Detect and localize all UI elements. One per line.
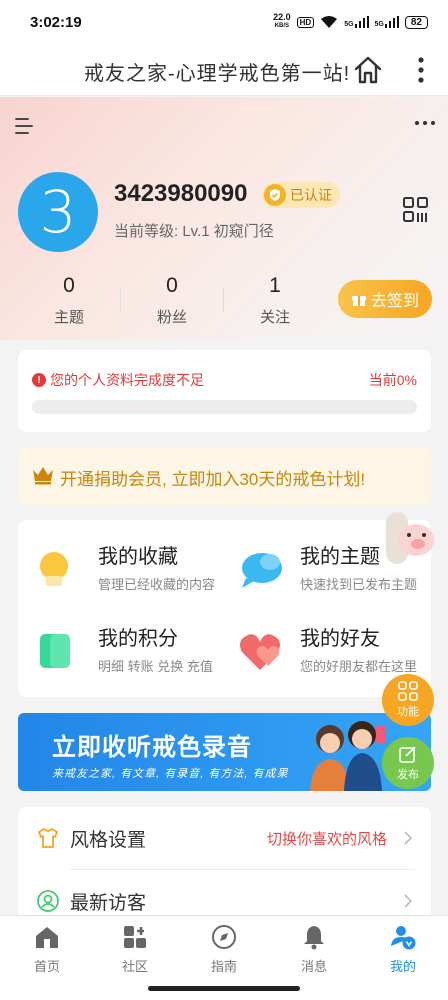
home-icon[interactable]	[352, 54, 384, 86]
crown-icon	[33, 467, 53, 485]
page-title: 戒友之家-心理学戒色第一站!	[84, 63, 351, 85]
network-speed: 22.0 KB/S	[273, 12, 291, 30]
completion-progress-bar	[32, 400, 417, 414]
verified-badge: 已认证	[262, 182, 340, 208]
home-indicator	[148, 986, 300, 991]
community-icon	[124, 926, 146, 948]
banner-title: 立即收听戒色录音	[52, 734, 252, 761]
stat-fans[interactable]: 0 粉丝	[137, 274, 207, 327]
divider	[223, 288, 224, 312]
stat-topics[interactable]: 0 主题	[34, 274, 104, 327]
avatar[interactable]: 3	[18, 172, 98, 252]
grid-item-points[interactable]: 我的积分 明细 转账 兑换 充值	[36, 622, 236, 682]
home-tab-icon	[36, 927, 58, 948]
tab-home[interactable]: 首页	[12, 924, 82, 975]
wifi-icon	[321, 16, 338, 28]
tab-me[interactable]: 我的	[368, 924, 438, 975]
completion-percent: 当前0%	[368, 372, 417, 388]
grid-item-favorites[interactable]: 我的收藏 管理已经收藏的内容	[36, 540, 236, 600]
more-vert-icon[interactable]	[410, 54, 432, 86]
shield-check-icon	[264, 184, 286, 206]
status-icons: 22.0 KB/S HD 5G 5G 82	[273, 13, 428, 31]
edit-icon	[399, 746, 416, 763]
couple-illustration	[310, 721, 386, 791]
completion-warning: ! 您的个人资料完成度不足	[32, 370, 204, 390]
shirt-icon	[38, 828, 58, 848]
status-bar: 3:02:19 22.0 KB/S HD 5G 5G 82	[0, 0, 448, 44]
points-icon	[40, 634, 70, 668]
pig-mascot-icon[interactable]	[386, 512, 436, 564]
qr-code-icon[interactable]	[402, 196, 430, 224]
vip-banner[interactable]: 开通捐助会员, 立即加入30天的戒色计划!	[18, 447, 431, 505]
compass-icon	[212, 925, 236, 949]
title-bar: 戒友之家-心理学戒色第一站!	[0, 44, 448, 96]
more-horiz-icon[interactable]	[414, 118, 436, 128]
tab-messages[interactable]: 消息	[279, 924, 349, 975]
status-time: 3:02:19	[30, 13, 82, 31]
signal-icon-2: 5G	[375, 16, 399, 28]
tab-community[interactable]: 社区	[100, 924, 170, 975]
bell-icon	[304, 926, 324, 950]
divider	[120, 288, 121, 312]
battery-indicator: 82	[404, 15, 428, 29]
signal-icon: 5G	[344, 16, 369, 28]
banner-subtitle: 来戒友之家, 有文章, 有录音, 有方法, 有成果	[52, 768, 289, 780]
chevron-right-icon	[404, 894, 413, 908]
stat-following[interactable]: 1 关注	[240, 274, 310, 327]
function-fab[interactable]: 功能	[382, 674, 434, 726]
menu-icon[interactable]	[14, 117, 36, 135]
username: 3423980090	[114, 180, 248, 207]
grid-menu-icon	[398, 681, 418, 701]
hd-icon: HD	[296, 16, 315, 28]
settings-row-style[interactable]: 风格设置 切换你喜欢的风格	[18, 807, 431, 869]
tab-guide[interactable]: 指南	[189, 924, 259, 975]
checkin-button[interactable]: 去签到	[338, 280, 432, 318]
chevron-right-icon	[404, 831, 413, 845]
audio-banner[interactable]: 立即收听戒色录音 来戒友之家, 有文章, 有录音, 有方法, 有成果	[18, 713, 431, 791]
settings-list: 风格设置 切换你喜欢的风格 最新访客	[18, 807, 431, 927]
visitor-icon	[37, 890, 59, 912]
gift-icon	[351, 296, 366, 306]
profile-completion-card[interactable]: ! 您的个人资料完成度不足 当前0%	[18, 350, 431, 432]
user-tab-icon	[391, 926, 416, 950]
verified-label: 已认证	[290, 187, 332, 203]
heart-icon	[240, 634, 280, 670]
vip-text: 开通捐助会员, 立即加入30天的戒色计划!	[60, 470, 366, 489]
favorites-icon	[40, 552, 68, 586]
user-level: 当前等级: Lv.1 初窥门径	[114, 223, 274, 240]
grid-item-friends[interactable]: 我的好友 您的好朋友都在这里	[238, 622, 438, 682]
post-fab[interactable]: 发布	[382, 737, 434, 789]
feature-grid: 我的收藏 管理已经收藏的内容 我的主题 快速找到已发布主题 我的积分 明细 转账…	[18, 520, 431, 697]
alert-icon: !	[32, 373, 46, 387]
chat-bubble-icon	[242, 553, 282, 588]
